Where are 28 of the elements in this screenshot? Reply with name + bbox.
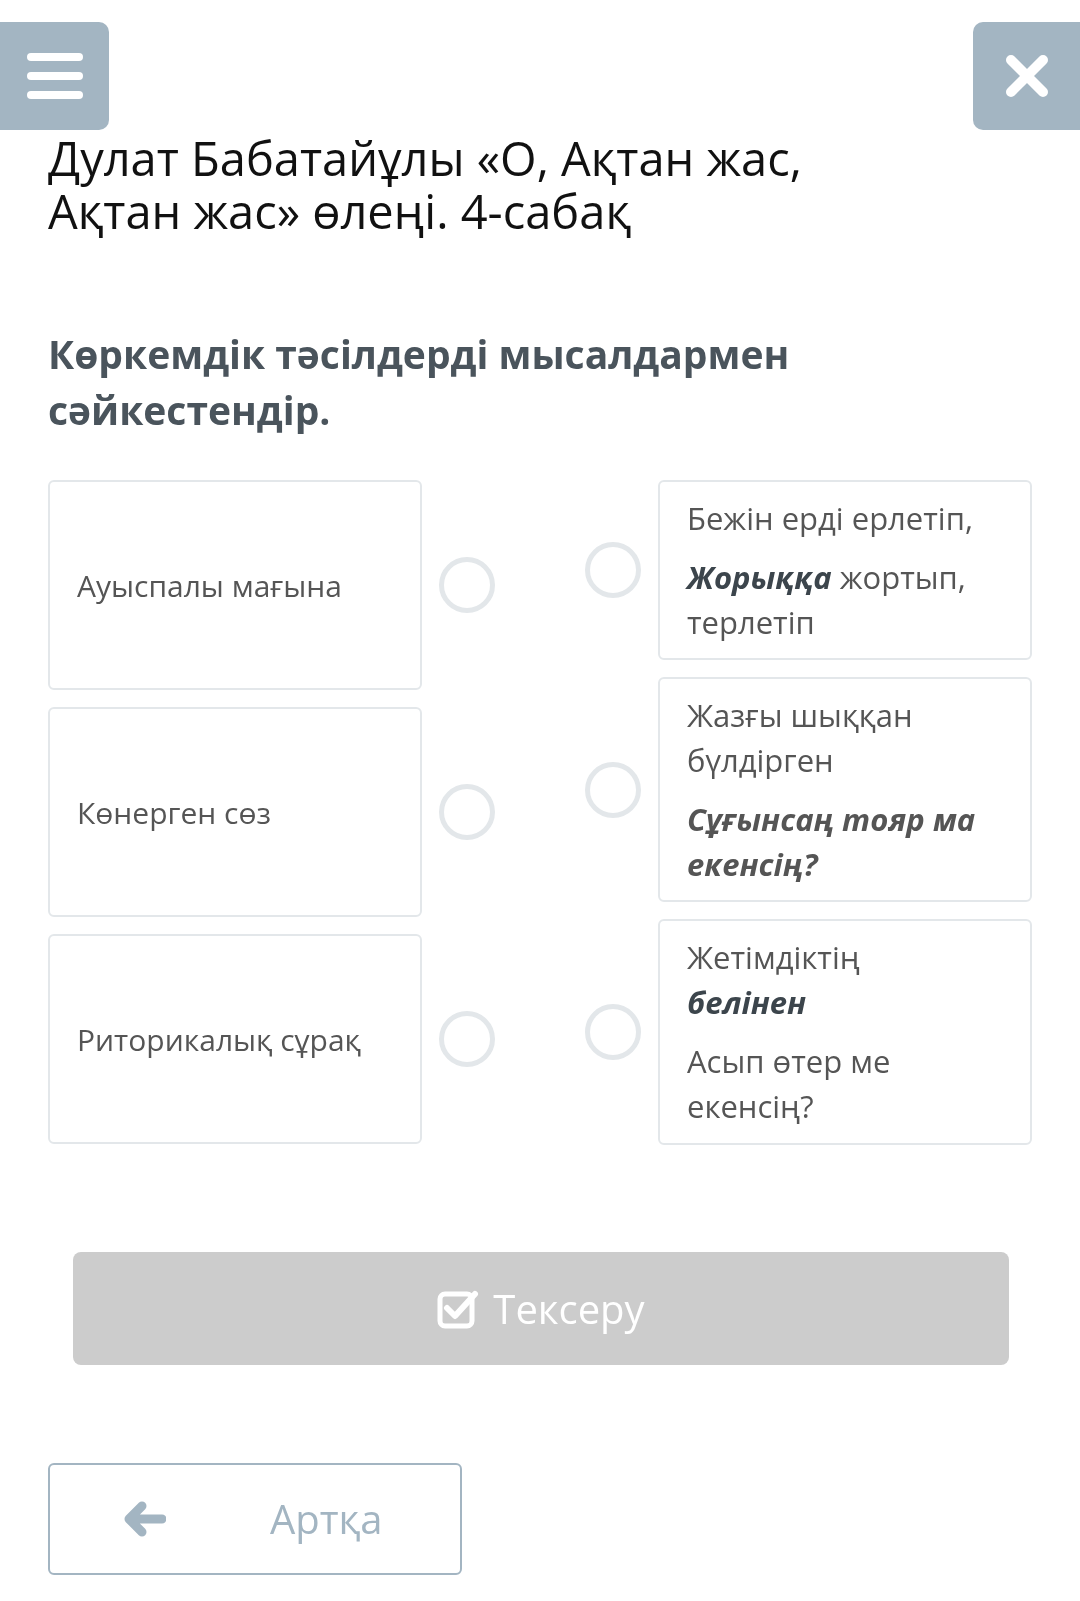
close-button[interactable] [973, 22, 1080, 130]
example-text: Асып өтер ме екенсің? [687, 1039, 892, 1129]
example-text: Жазғы шыққан бүлдірген [687, 692, 914, 783]
page-title: Дулат Бабатайұлы «О, Ақтан жас, Ақтан жас» өлеңі. 4-сабақ [48, 132, 803, 238]
menu-button[interactable] [0, 22, 109, 130]
question-text: Көркемдік тәсілдерді мысалдармен сәйкестендір. [48, 326, 791, 438]
radio-button[interactable] [439, 784, 495, 840]
term-card[interactable]: Ауыспалы мағына [48, 480, 422, 690]
example-text: Бежін ерді ерлетіп, [687, 495, 974, 541]
example-text: Жорыққа жортып, терлетіп [687, 554, 967, 645]
radio-button[interactable] [439, 557, 495, 613]
term-text: Көнерген сөз [77, 790, 271, 835]
radio-button[interactable] [439, 1011, 495, 1067]
radio-button[interactable] [585, 1004, 641, 1060]
arrow-left-icon [124, 1501, 166, 1537]
example-card[interactable]: Жетімдіктің белінен Асып өтер ме екенсің? [658, 919, 1032, 1145]
term-text: Риторикалық сұрақ [77, 1017, 361, 1062]
term-card[interactable]: Көнерген сөз [48, 707, 422, 917]
term-card[interactable]: Риторикалық сұрақ [48, 934, 422, 1144]
menu-icon [26, 53, 83, 99]
radio-button[interactable] [585, 542, 641, 598]
checkbox-icon [437, 1288, 480, 1329]
term-text: Ауыспалы мағына [77, 563, 342, 608]
example-text: Сұғынсаң тояр ма екенсің? [687, 796, 977, 887]
close-icon [1004, 54, 1049, 98]
example-card[interactable]: Жазғы шыққан бүлдірген Сұғынсаң тояр ма екенсің? [658, 677, 1032, 902]
example-text: Жетімдіктің белінен [687, 935, 861, 1025]
example-card[interactable]: Бежін ерді ерлетіп, Жорыққа жортып, терлетіп [658, 480, 1032, 660]
